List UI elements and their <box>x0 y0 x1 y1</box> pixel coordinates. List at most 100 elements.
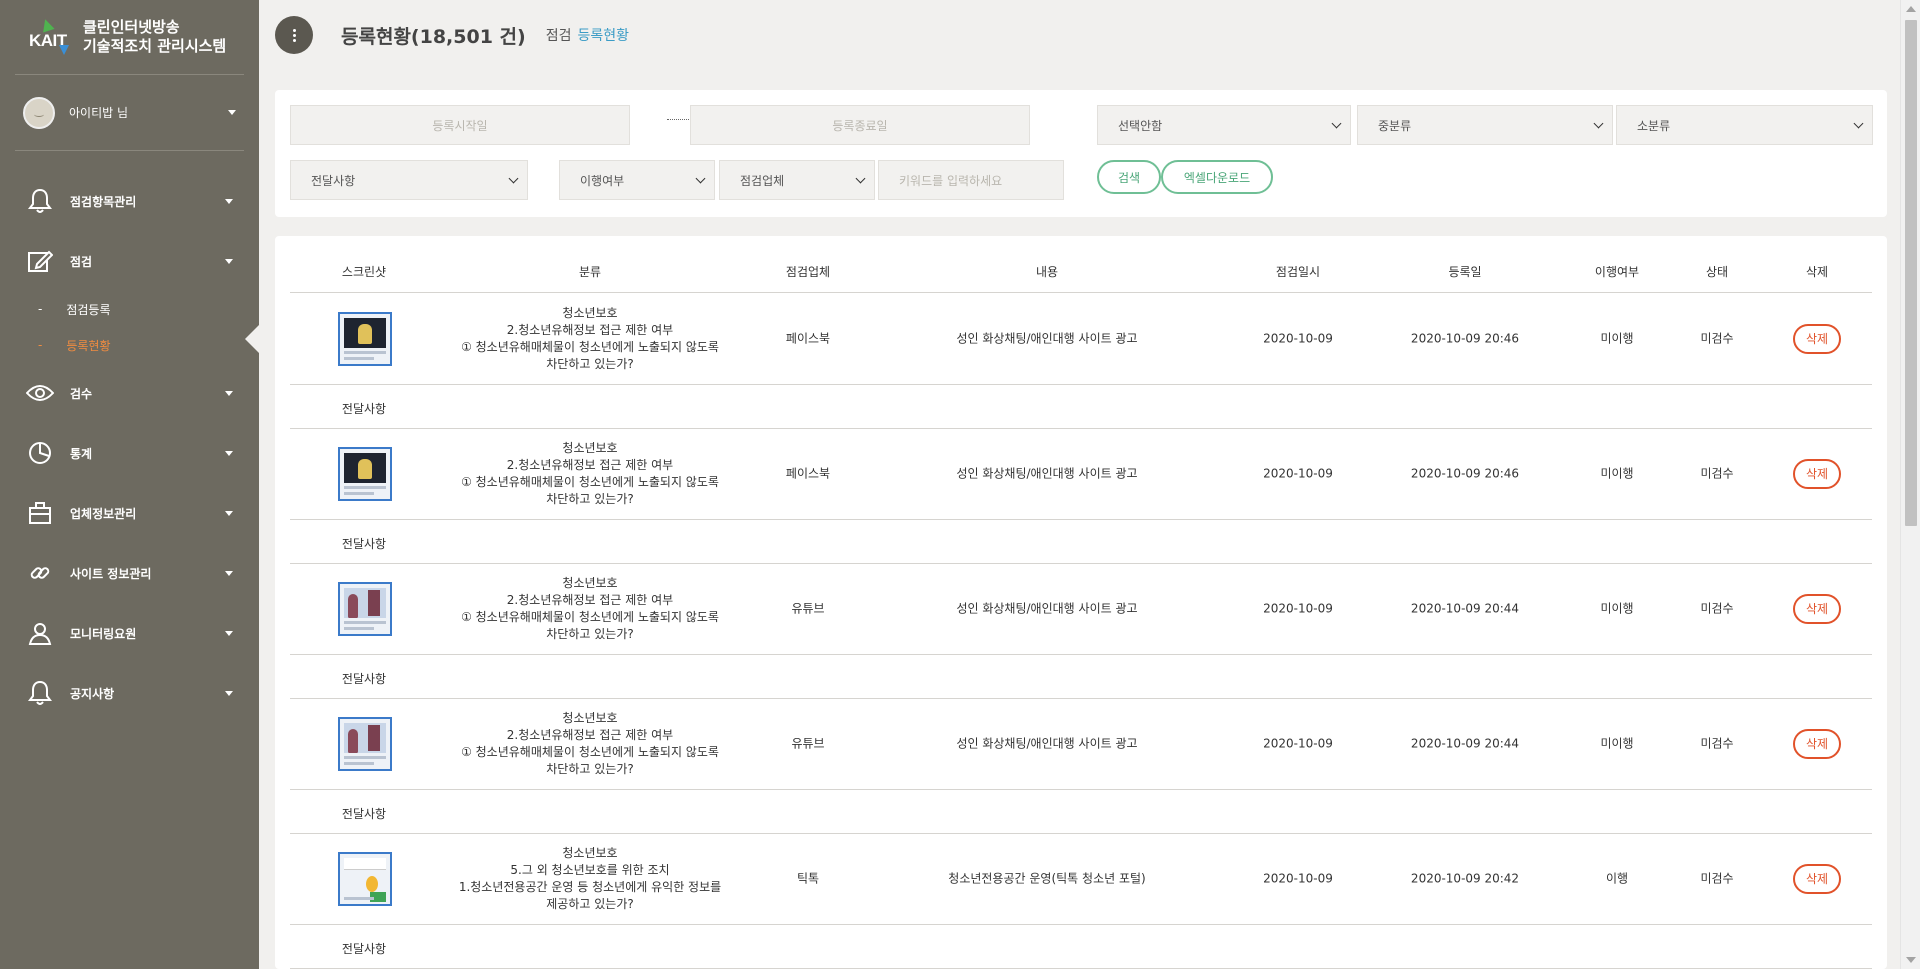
check-date-cell: 2020-10-09 <box>1263 871 1333 885</box>
end-date-input[interactable]: 등록종료일 <box>690 105 1030 145</box>
sidebar-subitem-check-register[interactable]: - 점검등록 <box>0 291 259 327</box>
chevron-down-icon <box>225 390 233 396</box>
screenshot-thumbnail[interactable] <box>338 852 392 906</box>
note-label: 전달사항 <box>341 672 387 686</box>
delete-button[interactable]: 삭제 <box>1793 458 1841 489</box>
table-header: 스크린샷 분류 점검업체 내용 점검일시 등록일 이행여부 상태 삭제 <box>290 236 1872 293</box>
delete-button[interactable]: 삭제 <box>1793 863 1841 894</box>
fulfill-select[interactable]: 이행여부 <box>559 160 715 200</box>
screenshot-thumbnail[interactable] <box>338 717 392 771</box>
content-cell: 성인 화상채팅/애인대행 사이트 광고 <box>956 331 1138 345</box>
reg-date-cell: 2020-10-09 20:42 <box>1410 871 1520 885</box>
reg-date-cell: 2020-10-09 20:46 <box>1410 331 1520 345</box>
check-date-cell: 2020-10-09 <box>1263 601 1333 615</box>
status-cell: 미검수 <box>1700 466 1734 480</box>
user-name: 아이티밥 님 <box>69 106 129 120</box>
system-title-line2: 기술적조치 관리시스템 <box>83 37 227 55</box>
sidebar-subitem-registration-status[interactable]: - 등록현황 <box>0 327 259 363</box>
sidebar-item-label: 통계 <box>70 446 93 461</box>
category-mid-value: 중분류 <box>1378 118 1412 133</box>
col-category: 분류 <box>578 265 602 279</box>
table-row[interactable]: 청소년보호 2.청소년유해정보 접근 제한 여부 ① 청소년유해매체물이 청소년에게… <box>290 428 1872 520</box>
page-scrollbar[interactable] <box>1900 0 1920 969</box>
check-date-cell: 2020-10-09 <box>1263 466 1333 480</box>
system-title-line1: 클린인터넷방송 <box>83 18 180 36</box>
col-screenshot: 스크린샷 <box>341 265 387 279</box>
screenshot-thumbnail[interactable] <box>338 582 392 636</box>
sidebar-item-check-items[interactable]: 점검항목관리 <box>0 171 259 231</box>
sidebar-subitem-label: 점검등록 <box>66 302 111 317</box>
sidebar-item-inspection[interactable]: 검수 <box>0 363 259 423</box>
delete-button[interactable]: 삭제 <box>1793 593 1841 624</box>
breadcrumb-check[interactable]: 점검 <box>546 25 572 45</box>
sidebar-item-statistics[interactable]: 통계 <box>0 423 259 483</box>
sidebar-item-monitoring-staff[interactable]: 모니터링요원 <box>0 603 259 663</box>
sidebar-item-company-info[interactable]: 업체정보관리 <box>0 483 259 543</box>
kait-logo-icon: KAIT <box>29 17 73 57</box>
delete-button[interactable]: 삭제 <box>1793 323 1841 354</box>
breadcrumb-registration-status[interactable]: 등록현황 <box>577 25 629 45</box>
search-button[interactable]: 검색 <box>1097 160 1161 194</box>
sidebar-item-label: 점검항목관리 <box>70 194 137 209</box>
col-company: 점검업체 <box>785 265 831 279</box>
company-cell: 틱톡 <box>796 871 820 885</box>
sidebar-item-site-info[interactable]: 사이트 정보관리 <box>0 543 259 603</box>
col-delete: 삭제 <box>1805 265 1829 279</box>
category-cell: 청소년보호 2.청소년유해정보 접근 제한 여부 ① 청소년유해매체물이 청소년에게… <box>461 575 719 641</box>
category-cell: 청소년보호 2.청소년유해정보 접근 제한 여부 ① 청소년유해매체물이 청소년에게… <box>461 440 719 506</box>
page-title: 등록현황(18,501 건) <box>341 25 526 48</box>
table-row[interactable]: 청소년보호 2.청소년유해정보 접근 제한 여부 ① 청소년유해매체물이 청소년에게… <box>290 698 1872 790</box>
delete-button[interactable]: 삭제 <box>1793 728 1841 759</box>
excel-download-button[interactable]: 엑셀다운로드 <box>1161 160 1273 194</box>
category-small-select[interactable]: 소분류 <box>1616 105 1873 145</box>
category-cell: 청소년보호 2.청소년유해정보 접근 제한 여부 ① 청소년유해매체물이 청소년에게… <box>461 305 719 371</box>
table-row[interactable]: 청소년보호 5.그 외 청소년보호를 위한 조치 1.청소년전용공간 운영 등 청소… <box>290 833 1872 925</box>
start-date-input[interactable]: 등록시작일 <box>290 105 630 145</box>
user-menu[interactable]: 아이티밥 님 <box>15 75 244 151</box>
keyword-input[interactable]: 키워드를 입력하세요 <box>878 160 1064 200</box>
logo[interactable]: KAIT 클린인터넷방송 기술적조치 관리시스템 <box>15 0 244 75</box>
bell-icon <box>26 679 54 707</box>
col-fulfill: 이행여부 <box>1594 265 1640 279</box>
sidebar: KAIT 클린인터넷방송 기술적조치 관리시스템 아이티밥 님 점검항목관리 점… <box>0 0 259 969</box>
scroll-down-icon[interactable] <box>1906 957 1916 963</box>
status-cell: 미검수 <box>1700 601 1734 615</box>
note-label: 전달사항 <box>341 402 387 416</box>
screenshot-thumbnail[interactable] <box>338 312 392 366</box>
link-icon <box>26 559 54 587</box>
fulfill-cell: 이행 <box>1605 871 1629 885</box>
fulfill-cell: 미이행 <box>1600 601 1634 615</box>
active-menu-pointer <box>245 324 260 354</box>
chevron-down-icon <box>225 510 233 516</box>
notice-select[interactable]: 전달사항 <box>290 160 528 200</box>
note-label: 전달사항 <box>341 807 387 821</box>
reg-date-cell: 2020-10-09 20:44 <box>1410 736 1520 750</box>
screenshot-thumbnail[interactable] <box>338 447 392 501</box>
system-title: 클린인터넷방송 기술적조치 관리시스템 <box>83 18 226 56</box>
more-options-button[interactable] <box>275 16 313 54</box>
header: 등록현황(18,501 건) 점검 등록현황 <box>259 0 1900 70</box>
status-cell: 미검수 <box>1700 871 1734 885</box>
company-select[interactable]: 점검업체 <box>719 160 875 200</box>
sidebar-item-label: 모니터링요원 <box>70 626 137 641</box>
reg-date-cell: 2020-10-09 20:44 <box>1410 601 1520 615</box>
scroll-up-icon[interactable] <box>1906 6 1916 12</box>
chevron-down-icon <box>225 258 233 264</box>
chevron-down-icon <box>1331 118 1342 128</box>
edit-icon <box>26 247 54 275</box>
category-mid-select[interactable]: 중분류 <box>1357 105 1613 145</box>
col-reg-date: 등록일 <box>1448 265 1482 279</box>
chevron-down-icon <box>225 570 233 576</box>
briefcase-icon <box>26 499 54 527</box>
category-large-select[interactable]: 선택안함 <box>1097 105 1351 145</box>
reg-date-cell: 2020-10-09 20:46 <box>1410 466 1520 480</box>
table-row[interactable]: 청소년보호 2.청소년유해정보 접근 제한 여부 ① 청소년유해매체물이 청소년에게… <box>290 563 1872 655</box>
sidebar-subitem-label: 등록현황 <box>66 338 111 353</box>
sidebar-item-label: 공지사항 <box>70 686 115 701</box>
sidebar-item-check[interactable]: 점검 <box>0 231 259 291</box>
scrollbar-thumb[interactable] <box>1905 20 1917 526</box>
note-row: 전달사항 <box>290 791 1872 834</box>
table-row[interactable]: 청소년보호 2.청소년유해정보 접근 제한 여부 ① 청소년유해매체물이 청소년에게… <box>290 293 1872 385</box>
sidebar-item-notice[interactable]: 공지사항 <box>0 663 259 723</box>
eye-icon <box>26 379 54 407</box>
